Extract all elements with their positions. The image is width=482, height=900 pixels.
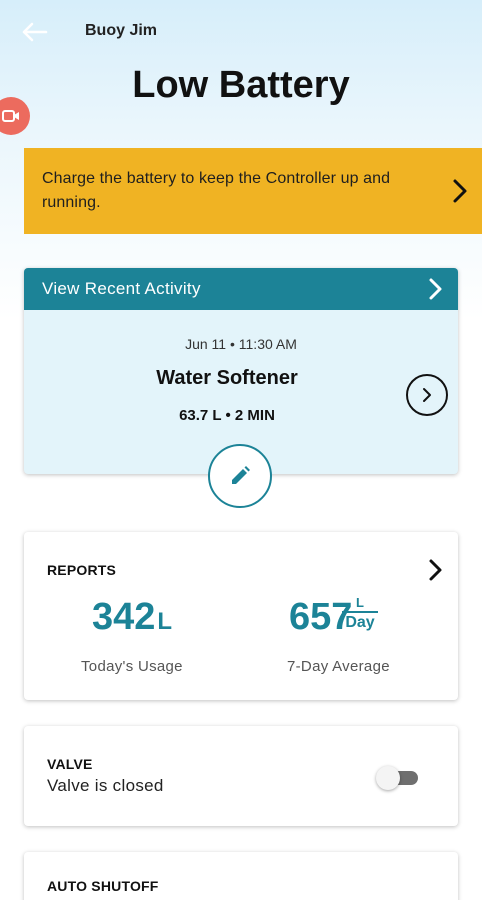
chevron-right-circle-icon [423,388,431,402]
page-title: Low Battery [132,64,350,106]
reports-card[interactable]: REPORTS 342L Today's Usage 657 7-Day Ave… [24,532,458,700]
chevron-right-icon [429,278,442,300]
toggle-thumb [376,766,400,790]
todays-usage-value: 342L [92,596,173,638]
todays-usage-label: Today's Usage [81,658,183,675]
banner-text: Charge the battery to keep the Controlle… [42,170,391,211]
arrow-left-icon [22,22,48,42]
activity-header-label: View Recent Activity [42,279,201,298]
liters-per-day-unit: L Day [342,595,378,633]
activity-name: Water Softener [156,367,298,389]
chevron-right-icon [429,559,442,581]
activity-stat: 63.7 L • 2 MIN [179,407,275,424]
chevron-right-icon [453,179,467,203]
edit-activity-button[interactable] [208,444,272,508]
auto-shutoff-card[interactable]: AUTO SHUTOFF [24,852,458,900]
device-name: Buoy Jim [85,22,158,39]
recent-activity-card: View Recent Activity Jun 11 • 11:30 AM W… [24,268,458,508]
video-camera-icon [2,110,19,122]
pencil-icon [232,466,250,484]
valve-status: Valve is closed [47,776,164,795]
valve-toggle[interactable] [376,766,422,790]
reports-label: REPORTS [47,562,117,578]
back-button[interactable] [20,20,48,44]
auto-shutoff-label: AUTO SHUTOFF [47,878,159,894]
view-recent-activity-button[interactable]: View Recent Activity [24,268,458,310]
activity-detail-button[interactable] [406,374,448,416]
valve-label: VALVE [47,756,93,772]
seven-day-average-label: 7-Day Average [287,658,390,675]
low-battery-banner[interactable]: Charge the battery to keep the Controlle… [24,148,482,234]
todays-usage-unit: L [157,608,173,635]
activity-time: Jun 11 • 11:30 AM [185,336,297,352]
valve-card: VALVE Valve is closed [24,726,458,826]
